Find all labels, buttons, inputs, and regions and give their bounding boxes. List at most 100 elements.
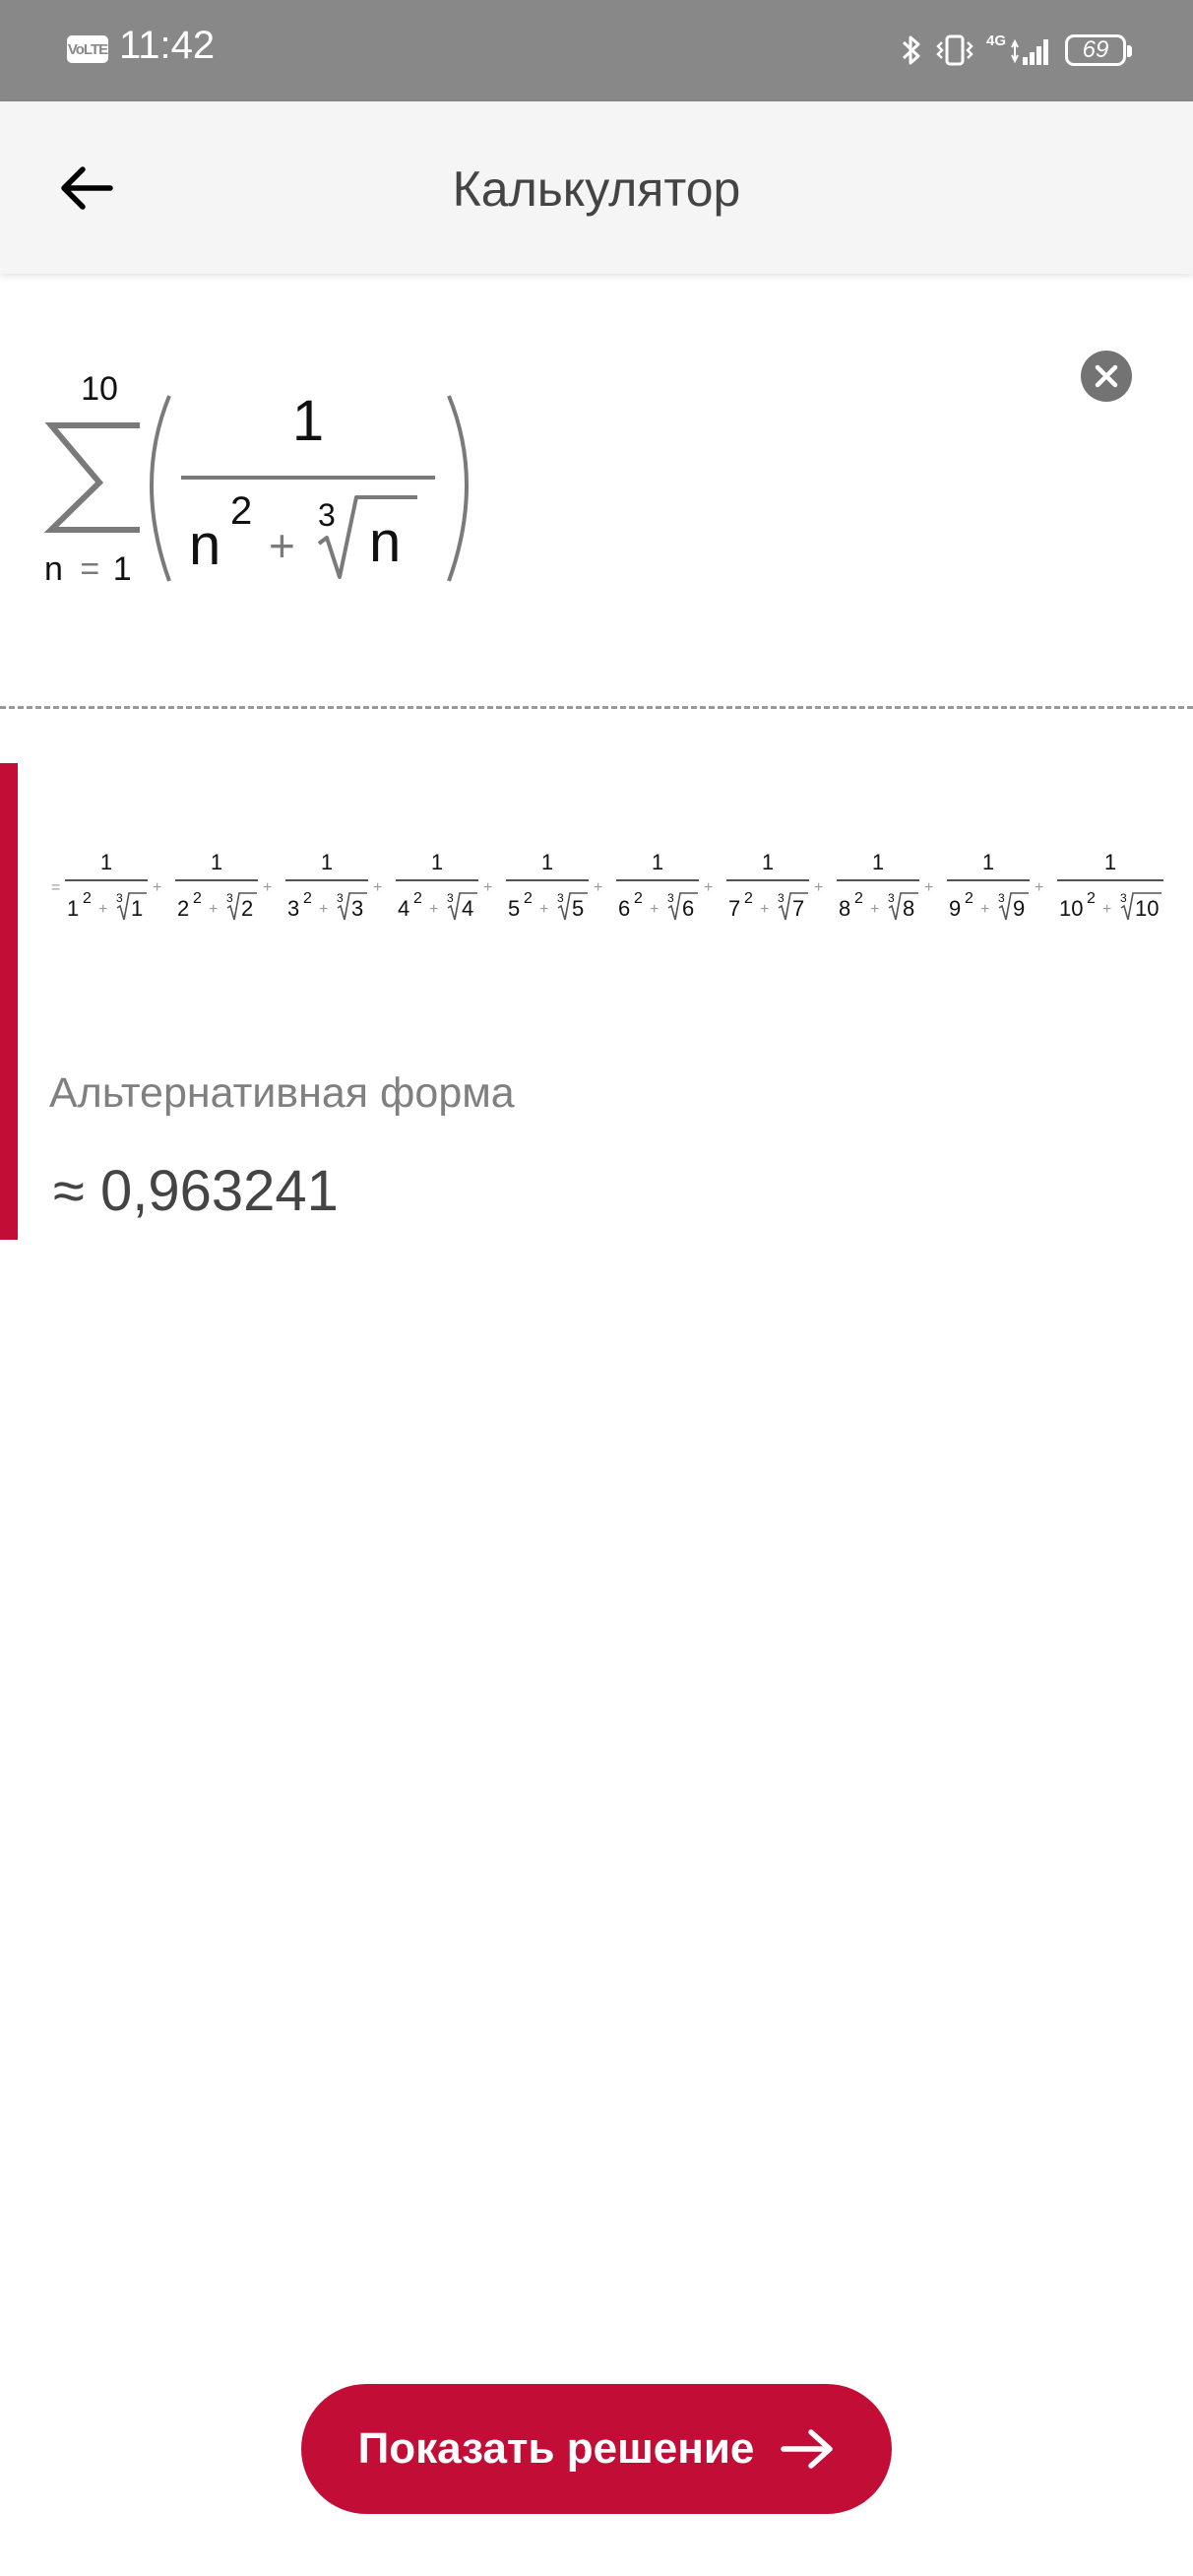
formula-display[interactable]: 10 n = 1 1 n 2 + 3 n (30, 364, 482, 601)
expansion-plus: + (814, 879, 823, 896)
expansion-term: 18 2+3 8 (837, 850, 919, 921)
term-plus: + (1102, 901, 1111, 918)
term-base: 9 (949, 896, 961, 921)
term-numerator: 1 (982, 850, 994, 874)
sum-upper-limit: 10 (81, 370, 118, 408)
expansion-term: 15 2+3 5 (506, 850, 589, 921)
status-bar: VoLTE 11:42 4G 69 (0, 0, 1193, 101)
battery-icon: 69 (1065, 34, 1132, 66)
term-plus: + (539, 901, 548, 918)
svg-text:n = 1: n = 1 (44, 550, 132, 588)
term-plus: + (319, 901, 328, 918)
term-radicand: 9 (1013, 896, 1025, 921)
approximate-value[interactable]: ≈ 0,963241 (53, 1158, 339, 1224)
term-exponent: 2 (634, 890, 643, 907)
term-plus: + (980, 901, 989, 918)
term-plus: + (429, 901, 438, 918)
term-exponent: 2 (1087, 890, 1096, 907)
term-root-index: 3 (116, 891, 123, 905)
expansion-term: 13 2+3 3 (285, 850, 368, 921)
expansion-term: 110 2+3 10 (1057, 850, 1163, 921)
term-numerator: 1 (541, 850, 553, 874)
term-base: 5 (508, 896, 520, 921)
app-bar: Калькулятор (0, 101, 1193, 274)
expansion-plus: + (924, 879, 933, 896)
denominator-base: n (189, 513, 220, 577)
term-numerator: 1 (211, 850, 222, 874)
term-plus: + (760, 901, 769, 918)
term-numerator: 1 (1104, 850, 1116, 874)
term-numerator: 1 (652, 850, 663, 874)
expansion-term: 11 2+3 1 (65, 850, 148, 921)
term-radicand: 1 (131, 896, 143, 921)
term-radicand: 6 (682, 896, 694, 921)
term-plus: + (98, 901, 107, 918)
term-exponent: 2 (744, 890, 753, 907)
battery-level: 69 (1082, 36, 1109, 63)
term-numerator: 1 (872, 850, 884, 874)
term-root-index: 3 (226, 891, 233, 905)
term-root-index: 3 (998, 891, 1005, 905)
term-radicand: 10 (1135, 896, 1159, 921)
alternative-form-label: Альтернативная форма (49, 1069, 515, 1117)
sum-lower-equals: = (80, 550, 99, 588)
term-radicand: 5 (572, 896, 584, 921)
expansion-term: 14 2+3 4 (396, 850, 478, 921)
denominator-plus: + (269, 520, 295, 571)
expansion-term: 16 2+3 6 (616, 850, 699, 921)
term-numerator: 1 (321, 850, 333, 874)
term-exponent: 2 (524, 890, 533, 907)
term-exponent: 2 (83, 890, 92, 907)
formula-input-area[interactable]: 10 n = 1 1 n 2 + 3 n (0, 274, 1193, 707)
expansion-plus: + (373, 879, 382, 896)
term-exponent: 2 (303, 890, 312, 907)
term-numerator: 1 (100, 850, 112, 874)
bluetooth-icon (902, 35, 920, 65)
expansion-plus: + (153, 879, 161, 896)
status-icons: 4G 69 (900, 26, 1132, 75)
vibrate-icon (936, 34, 973, 66)
volte-icon: VoLTE (67, 35, 108, 63)
radicand: n (369, 510, 401, 574)
term-root-index: 3 (447, 891, 454, 905)
denominator-exponent: 2 (230, 489, 252, 533)
expansion-plus: + (594, 879, 602, 896)
expansion-plus: + (483, 879, 492, 896)
status-time: 11:42 (119, 24, 216, 67)
term-plus: + (870, 901, 879, 918)
expansion-term: 17 2+3 7 (726, 850, 809, 921)
term-numerator: 1 (762, 850, 774, 874)
term-radicand: 7 (792, 896, 804, 921)
result-accent-bar (0, 763, 18, 1240)
expansion-plus: + (1035, 879, 1043, 896)
term-exponent: 2 (854, 890, 863, 907)
term-root-index: 3 (888, 891, 895, 905)
term-radicand: 4 (462, 896, 473, 921)
close-circle-icon (1095, 364, 1118, 388)
page-title: Калькулятор (452, 161, 741, 217)
term-base: 3 (287, 896, 299, 921)
show-solution-label: Показать решение (357, 2424, 755, 2473)
term-root-index: 3 (337, 891, 344, 905)
left-parenthesis (150, 395, 171, 582)
show-solution-button[interactable]: Показать решение (301, 2384, 892, 2514)
arrow-right-icon (781, 2429, 834, 2469)
expansion-term: 12 2+3 2 (175, 850, 258, 921)
divider (0, 706, 1193, 709)
expansion-plus: + (263, 879, 272, 896)
term-root-index: 3 (778, 891, 785, 905)
clear-button[interactable] (1081, 351, 1132, 402)
term-root-index: 3 (557, 891, 564, 905)
term-base: 8 (839, 896, 850, 921)
fraction-numerator: 1 (292, 389, 324, 453)
expansion-plus: + (704, 879, 713, 896)
right-parenthesis (447, 395, 469, 582)
term-base: 2 (177, 896, 189, 921)
sum-lower-value: 1 (113, 550, 132, 588)
term-root-index: 3 (1120, 891, 1127, 905)
term-plus: + (650, 901, 659, 918)
term-radicand: 8 (903, 896, 914, 921)
term-base: 4 (398, 896, 409, 921)
term-root-index: 3 (667, 891, 674, 905)
term-base: 6 (618, 896, 630, 921)
